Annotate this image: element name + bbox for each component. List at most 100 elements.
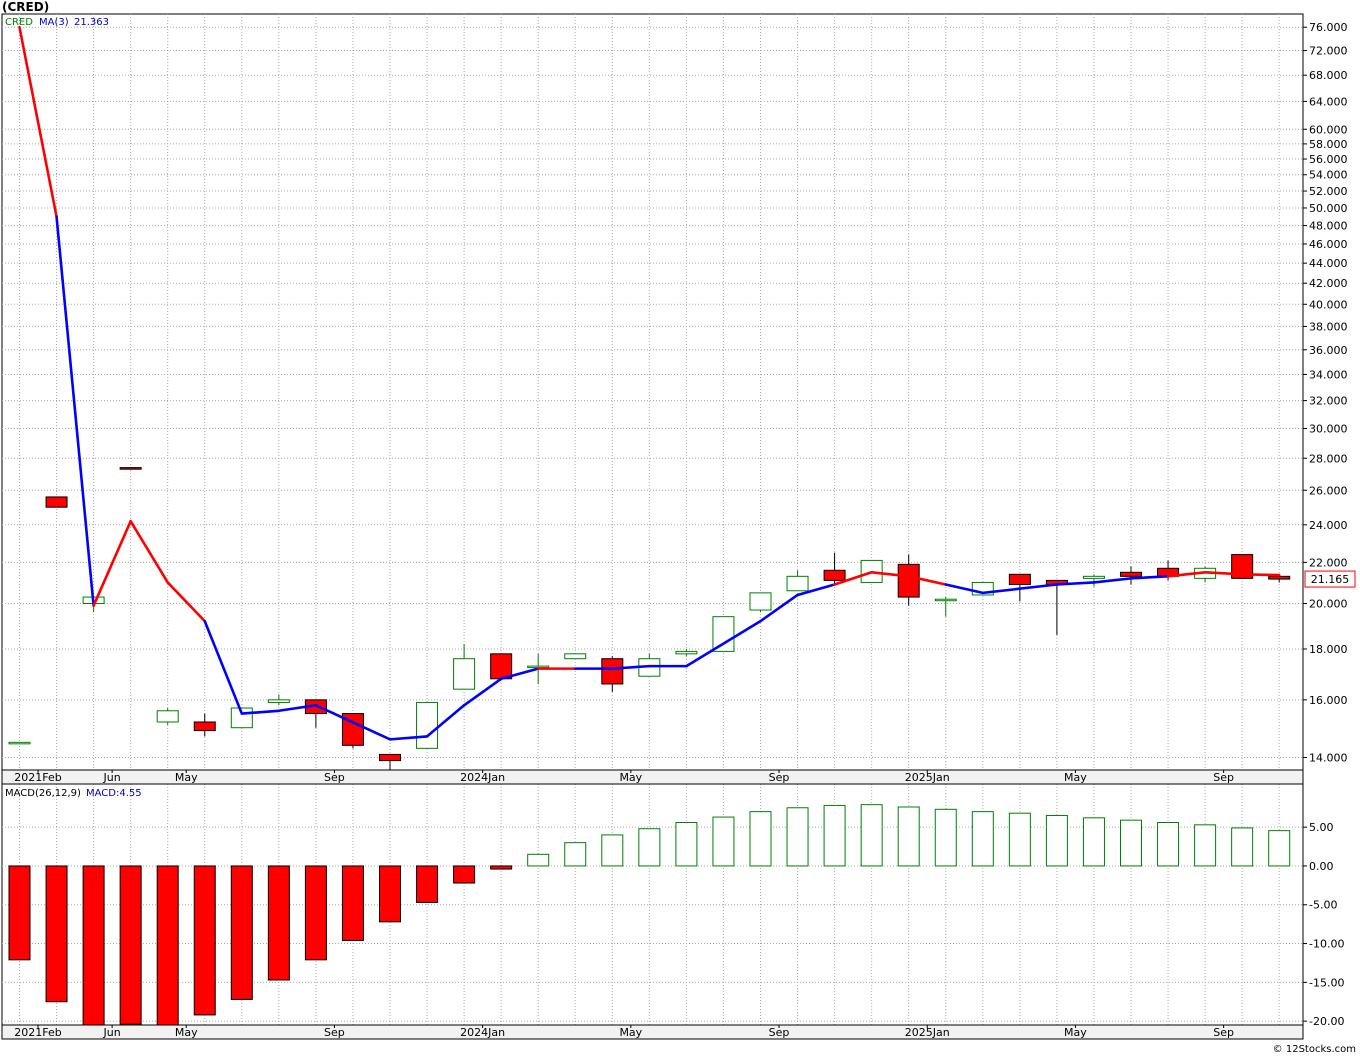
macd-bar [675, 822, 698, 867]
price-y-tick-label: 14.000 [1309, 751, 1348, 764]
legend-ma-value: 21.363 [74, 17, 109, 28]
candle-body [1120, 571, 1142, 577]
candle [379, 753, 401, 770]
candle [193, 713, 216, 737]
candle [119, 467, 142, 470]
candle-body [786, 575, 809, 592]
x-axis-label: 2025Jan [905, 771, 950, 784]
macd-legend: MACD(26,12,9) MACD:4.55 [5, 788, 142, 799]
x-axis-label: May [175, 1026, 198, 1039]
candle-body [193, 721, 216, 732]
candle-body [490, 653, 513, 680]
candle [675, 648, 698, 657]
macd-y-tick-label: -10.00 [1309, 938, 1344, 951]
candle [8, 741, 31, 745]
candle-body [379, 753, 401, 762]
macd-bar [971, 811, 994, 867]
candle [897, 554, 920, 606]
candle-body [823, 569, 846, 581]
candle [712, 616, 735, 652]
candle-body [564, 653, 587, 660]
macd-legend-label: MACD(26,12,9) [5, 788, 81, 799]
price-y-tick-label: 38.000 [1309, 320, 1348, 333]
price-y-tick-label: 56.000 [1309, 153, 1348, 166]
candle-body [712, 616, 735, 652]
price-y-tick-label: 40.000 [1309, 298, 1348, 311]
macd-bar [416, 865, 439, 903]
macd-bar [156, 865, 179, 1026]
x-axis-label: Jun [103, 771, 121, 784]
macd-y-tick-label: 0.00 [1309, 860, 1334, 873]
macd-bar [1045, 815, 1068, 867]
macd-bar [1268, 830, 1291, 867]
watermark: © 12Stocks.com [1272, 1044, 1356, 1055]
macd-y-tick-label: -5.00 [1309, 899, 1337, 912]
price-panel-frame [1, 13, 1304, 771]
macd-bar [786, 807, 809, 867]
candle [453, 644, 476, 690]
macd-bar [304, 865, 327, 961]
price-y-tick-label: 68.000 [1309, 69, 1348, 82]
macd-bar [45, 865, 68, 1003]
macd-bar [1194, 824, 1217, 867]
price-y-tick-label: 58.000 [1309, 138, 1348, 151]
price-x-axis: 2021Feb Jun May Sep 2024Jan May Sep 2025Jan May S… [1, 769, 1304, 785]
price-y-tick-label: 18.000 [1309, 643, 1348, 656]
macd-bar [119, 865, 142, 1025]
price-y-tick-label: 20.000 [1309, 598, 1348, 611]
macd-bar [1082, 817, 1105, 867]
x-axis-label: May [1064, 1026, 1087, 1039]
macd-bar [230, 865, 253, 1000]
x-axis-label: Jun [103, 1026, 121, 1039]
price-y-tick-label: 26.000 [1309, 484, 1348, 497]
price-y-tick-label: 54.000 [1309, 169, 1348, 182]
candle-body [156, 710, 179, 723]
candle-body [45, 496, 68, 508]
candle-body [749, 592, 772, 611]
price-y-tick-label: 44.000 [1309, 257, 1348, 270]
macd-bar [193, 865, 216, 1016]
price-legend: CRED MA(3) 21.363 [5, 17, 109, 28]
macd-bar [564, 842, 587, 867]
candle-body [601, 658, 624, 685]
ma3-segment [18, 25, 58, 218]
macd-bar [823, 804, 846, 867]
price-y-axis: 14.000 16.000 18.000 20.000 22.000 24.000 26.0… [2, 21, 1348, 764]
macd-bar [1120, 819, 1142, 867]
x-axis-label: 2024Jan [460, 1026, 505, 1039]
macd-bar [1157, 822, 1180, 867]
candle-body [675, 650, 698, 655]
x-axis-label: May [619, 771, 642, 784]
x-axis-label: May [1064, 771, 1087, 784]
macd-bar [379, 865, 401, 923]
ma3-segment [1240, 573, 1281, 577]
candle-body [1082, 575, 1105, 579]
candle [1045, 579, 1068, 635]
price-y-tick-label: 16.000 [1309, 694, 1348, 707]
macd-bar [601, 834, 624, 867]
last-price-label: 21.165 [1311, 573, 1350, 586]
macd-bar [638, 828, 661, 867]
x-axis-label: 2025Jan [905, 1026, 950, 1039]
price-y-tick-label: 34.000 [1309, 368, 1348, 381]
macd-bar [82, 865, 105, 1026]
price-y-tick-label: 50.000 [1309, 202, 1348, 215]
ma3-segment [92, 519, 132, 607]
x-axis-label: May [175, 771, 198, 784]
price-y-tick-label: 30.000 [1309, 422, 1348, 435]
legend-symbol: CRED [5, 17, 33, 28]
price-y-tick-label: 36.000 [1309, 344, 1348, 357]
macd-y-tick-label: -20.00 [1309, 1015, 1344, 1028]
x-axis-label: 2024Jan [460, 771, 505, 784]
x-axis-label: Sep [1213, 1026, 1234, 1039]
candle [564, 653, 587, 660]
macd-bar [897, 806, 920, 867]
candle-body [897, 563, 920, 598]
candle [45, 496, 68, 508]
price-y-tick-label: 28.000 [1309, 452, 1348, 465]
ma3-segment [129, 519, 169, 584]
price-y-tick-label: 60.000 [1309, 123, 1348, 136]
candle-body [416, 702, 439, 749]
macd-y-tick-label: 5.00 [1309, 821, 1334, 834]
x-axis-label: Sep [769, 1026, 790, 1039]
